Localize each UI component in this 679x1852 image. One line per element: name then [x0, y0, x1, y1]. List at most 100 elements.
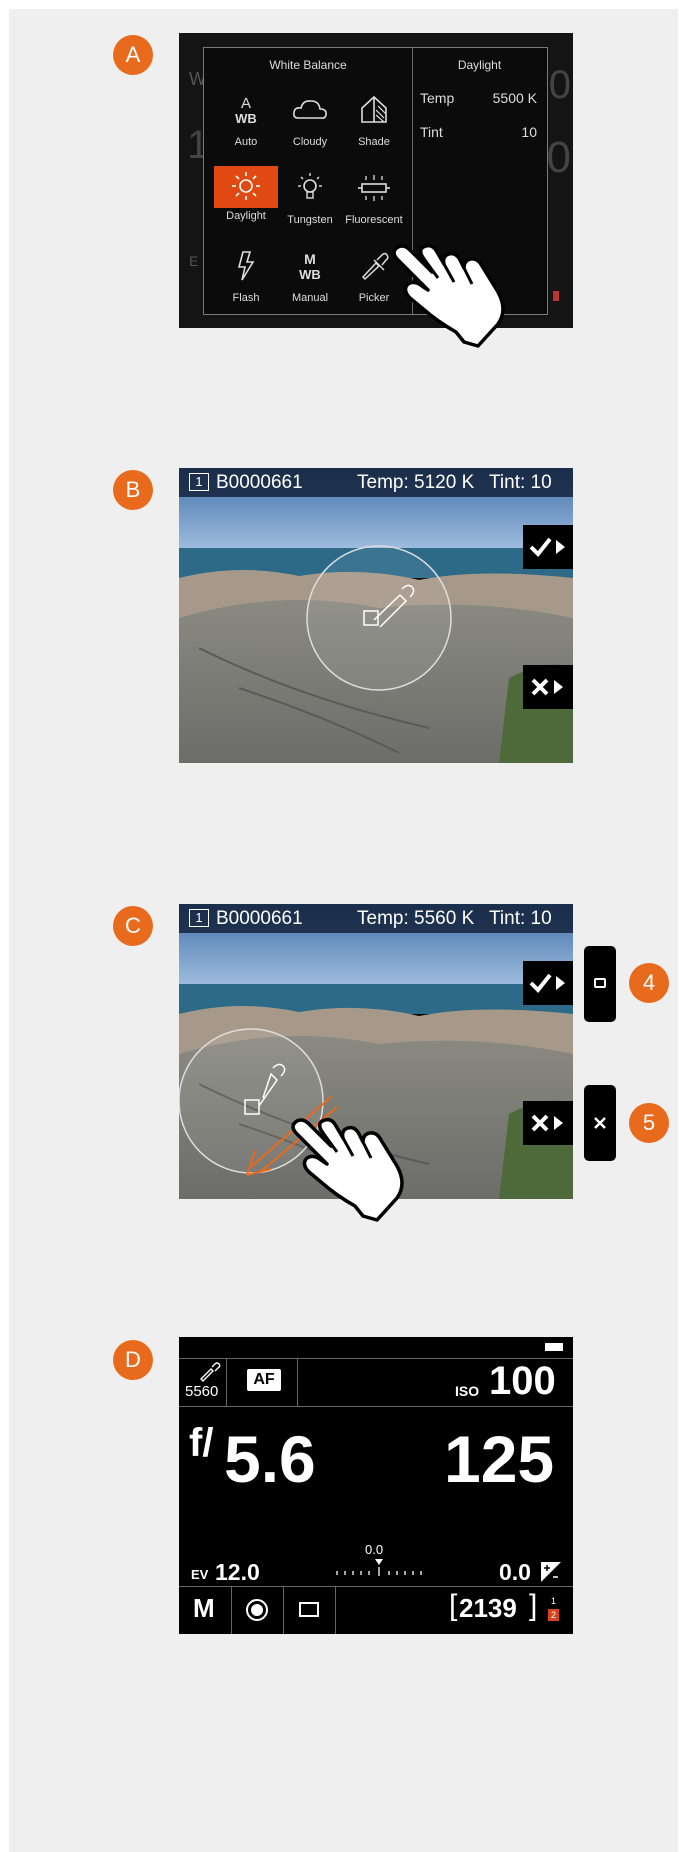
bg-glyph: E	[189, 253, 199, 269]
aperture-prefix: f/	[189, 1421, 214, 1465]
svg-text:WB: WB	[235, 111, 257, 126]
card-slot: 1	[189, 909, 209, 927]
bg-glyph: 0	[546, 133, 571, 182]
step-marker-c: C	[113, 906, 153, 946]
aperture-value[interactable]: 5.6	[224, 1423, 316, 1495]
svg-text:A: A	[241, 95, 251, 112]
wb-option-label: Fluorescent	[345, 214, 403, 226]
step-marker-5: 5	[629, 1103, 669, 1143]
confirm-button[interactable]	[523, 961, 573, 1005]
wb-option-label: Flash	[232, 292, 260, 304]
tint-readout: Tint: 10	[489, 472, 552, 493]
exposure-comp-icon	[541, 1562, 561, 1582]
check-arrow-icon	[529, 537, 565, 557]
cancel-button[interactable]	[523, 1101, 573, 1145]
divider	[335, 1586, 336, 1634]
wb-option-cloudy[interactable]: Cloudy	[278, 88, 342, 150]
wb-option-daylight[interactable]	[214, 166, 278, 208]
cancel-button[interactable]	[523, 665, 573, 709]
step-marker-d: D	[113, 1340, 153, 1380]
drive-mode-icon[interactable]	[299, 1602, 319, 1617]
rectangle-icon	[594, 978, 606, 988]
confirm-button[interactable]	[523, 525, 573, 569]
metering-icon[interactable]	[245, 1598, 269, 1622]
temp-row[interactable]: Temp 5500 K	[420, 90, 537, 106]
wb-option-label: Manual	[291, 292, 329, 304]
manual-wb-icon: M WB	[299, 251, 321, 282]
detail-title: Daylight	[457, 58, 502, 72]
iso-value[interactable]: 100	[489, 1359, 556, 1404]
divider	[226, 1358, 227, 1406]
close-arrow-icon	[531, 1114, 563, 1132]
auto-wb-icon: A WB	[235, 95, 257, 126]
picker-temp-value: 5560	[185, 1383, 219, 1400]
picker-screen-b: 1 B0000661 Temp: 5120 K Tint: 10	[179, 468, 573, 763]
file-name: B0000661	[216, 472, 303, 493]
camera-status-screen: 5560 AF ISO 100 f/ 5.6 125 EV 12.0 0.0 0…	[179, 1337, 573, 1634]
wb-option-flash[interactable]: Flash	[214, 244, 278, 306]
step-marker-b: B	[113, 470, 153, 510]
wb-options-panel: White Balance A WB Auto Cloudy Shade Day…	[204, 48, 413, 314]
temp-readout: Temp: 5560 K	[357, 908, 475, 929]
tungsten-icon	[298, 173, 322, 199]
shutter-speed-value[interactable]: 125	[444, 1423, 554, 1495]
ev-value: 12.0	[215, 1559, 260, 1585]
card-indicator	[553, 291, 559, 301]
card-slot-2: 2	[548, 1609, 559, 1621]
fluorescent-icon	[358, 175, 390, 201]
hand-pointer-icon	[392, 243, 505, 348]
bg-glyph: 0	[548, 63, 571, 107]
tint-value: 10	[521, 124, 537, 140]
divider	[297, 1358, 298, 1406]
bracket-right: ]	[529, 1589, 538, 1622]
wb-option-shade[interactable]: Shade	[342, 88, 406, 150]
wb-option-label: Shade	[358, 136, 390, 148]
wb-option-label: Daylight	[226, 210, 266, 222]
wb-option-manual[interactable]: M WB Manual	[278, 244, 342, 306]
hardware-button-confirm[interactable]	[584, 946, 616, 1022]
divider	[231, 1586, 232, 1634]
menu-title: White Balance	[269, 58, 347, 72]
step-marker-4: 4	[629, 963, 669, 1003]
file-name: B0000661	[216, 908, 303, 929]
autofocus-badge[interactable]: AF	[247, 1369, 281, 1391]
daylight-icon	[232, 172, 260, 200]
close-arrow-icon	[531, 678, 563, 696]
shade-icon	[361, 95, 387, 123]
picker-loupe[interactable]	[304, 543, 454, 693]
svg-text:M: M	[304, 251, 316, 267]
exposure-comp-value[interactable]: 0.0	[499, 1559, 531, 1586]
ev-label: EV	[191, 1567, 209, 1582]
temp-value: 5500 K	[492, 90, 537, 106]
check-arrow-icon	[529, 973, 565, 993]
tint-label: Tint	[420, 124, 443, 140]
divider	[179, 1586, 573, 1587]
wb-option-auto[interactable]: A WB Auto	[214, 88, 278, 150]
close-icon	[594, 1117, 606, 1129]
card-slot-1: 1	[551, 1596, 557, 1606]
picker-icon	[200, 1362, 221, 1382]
temp-label: Temp	[420, 90, 455, 106]
battery-icon	[545, 1343, 563, 1351]
hardware-button-cancel[interactable]	[584, 1085, 616, 1161]
wb-option-label: Auto	[234, 136, 258, 148]
hand-pointer-icon	[291, 1117, 404, 1222]
temp-readout: Temp: 5120 K	[357, 472, 475, 493]
info-bar: 1 B0000661 Temp: 5560 K Tint: 10	[179, 904, 573, 933]
exposure-scale-icon	[336, 1559, 422, 1576]
flash-icon	[237, 251, 255, 281]
wb-option-tungsten[interactable]: Tungsten	[278, 166, 342, 228]
card-slot: 1	[189, 473, 209, 491]
wb-option-label: Cloudy	[292, 136, 328, 148]
tint-readout: Tint: 10	[489, 908, 552, 929]
iso-label: ISO	[455, 1383, 480, 1399]
cloudy-icon	[293, 100, 327, 119]
divider	[179, 1406, 573, 1407]
bracket-left: [	[449, 1589, 458, 1622]
shooting-mode[interactable]: M	[193, 1593, 215, 1624]
tint-row[interactable]: Tint 10	[420, 124, 537, 140]
wb-option-fluorescent[interactable]: Fluorescent	[342, 166, 406, 228]
divider	[283, 1586, 284, 1634]
step-marker-a: A	[113, 35, 153, 75]
shots-remaining: 2139	[459, 1593, 517, 1623]
